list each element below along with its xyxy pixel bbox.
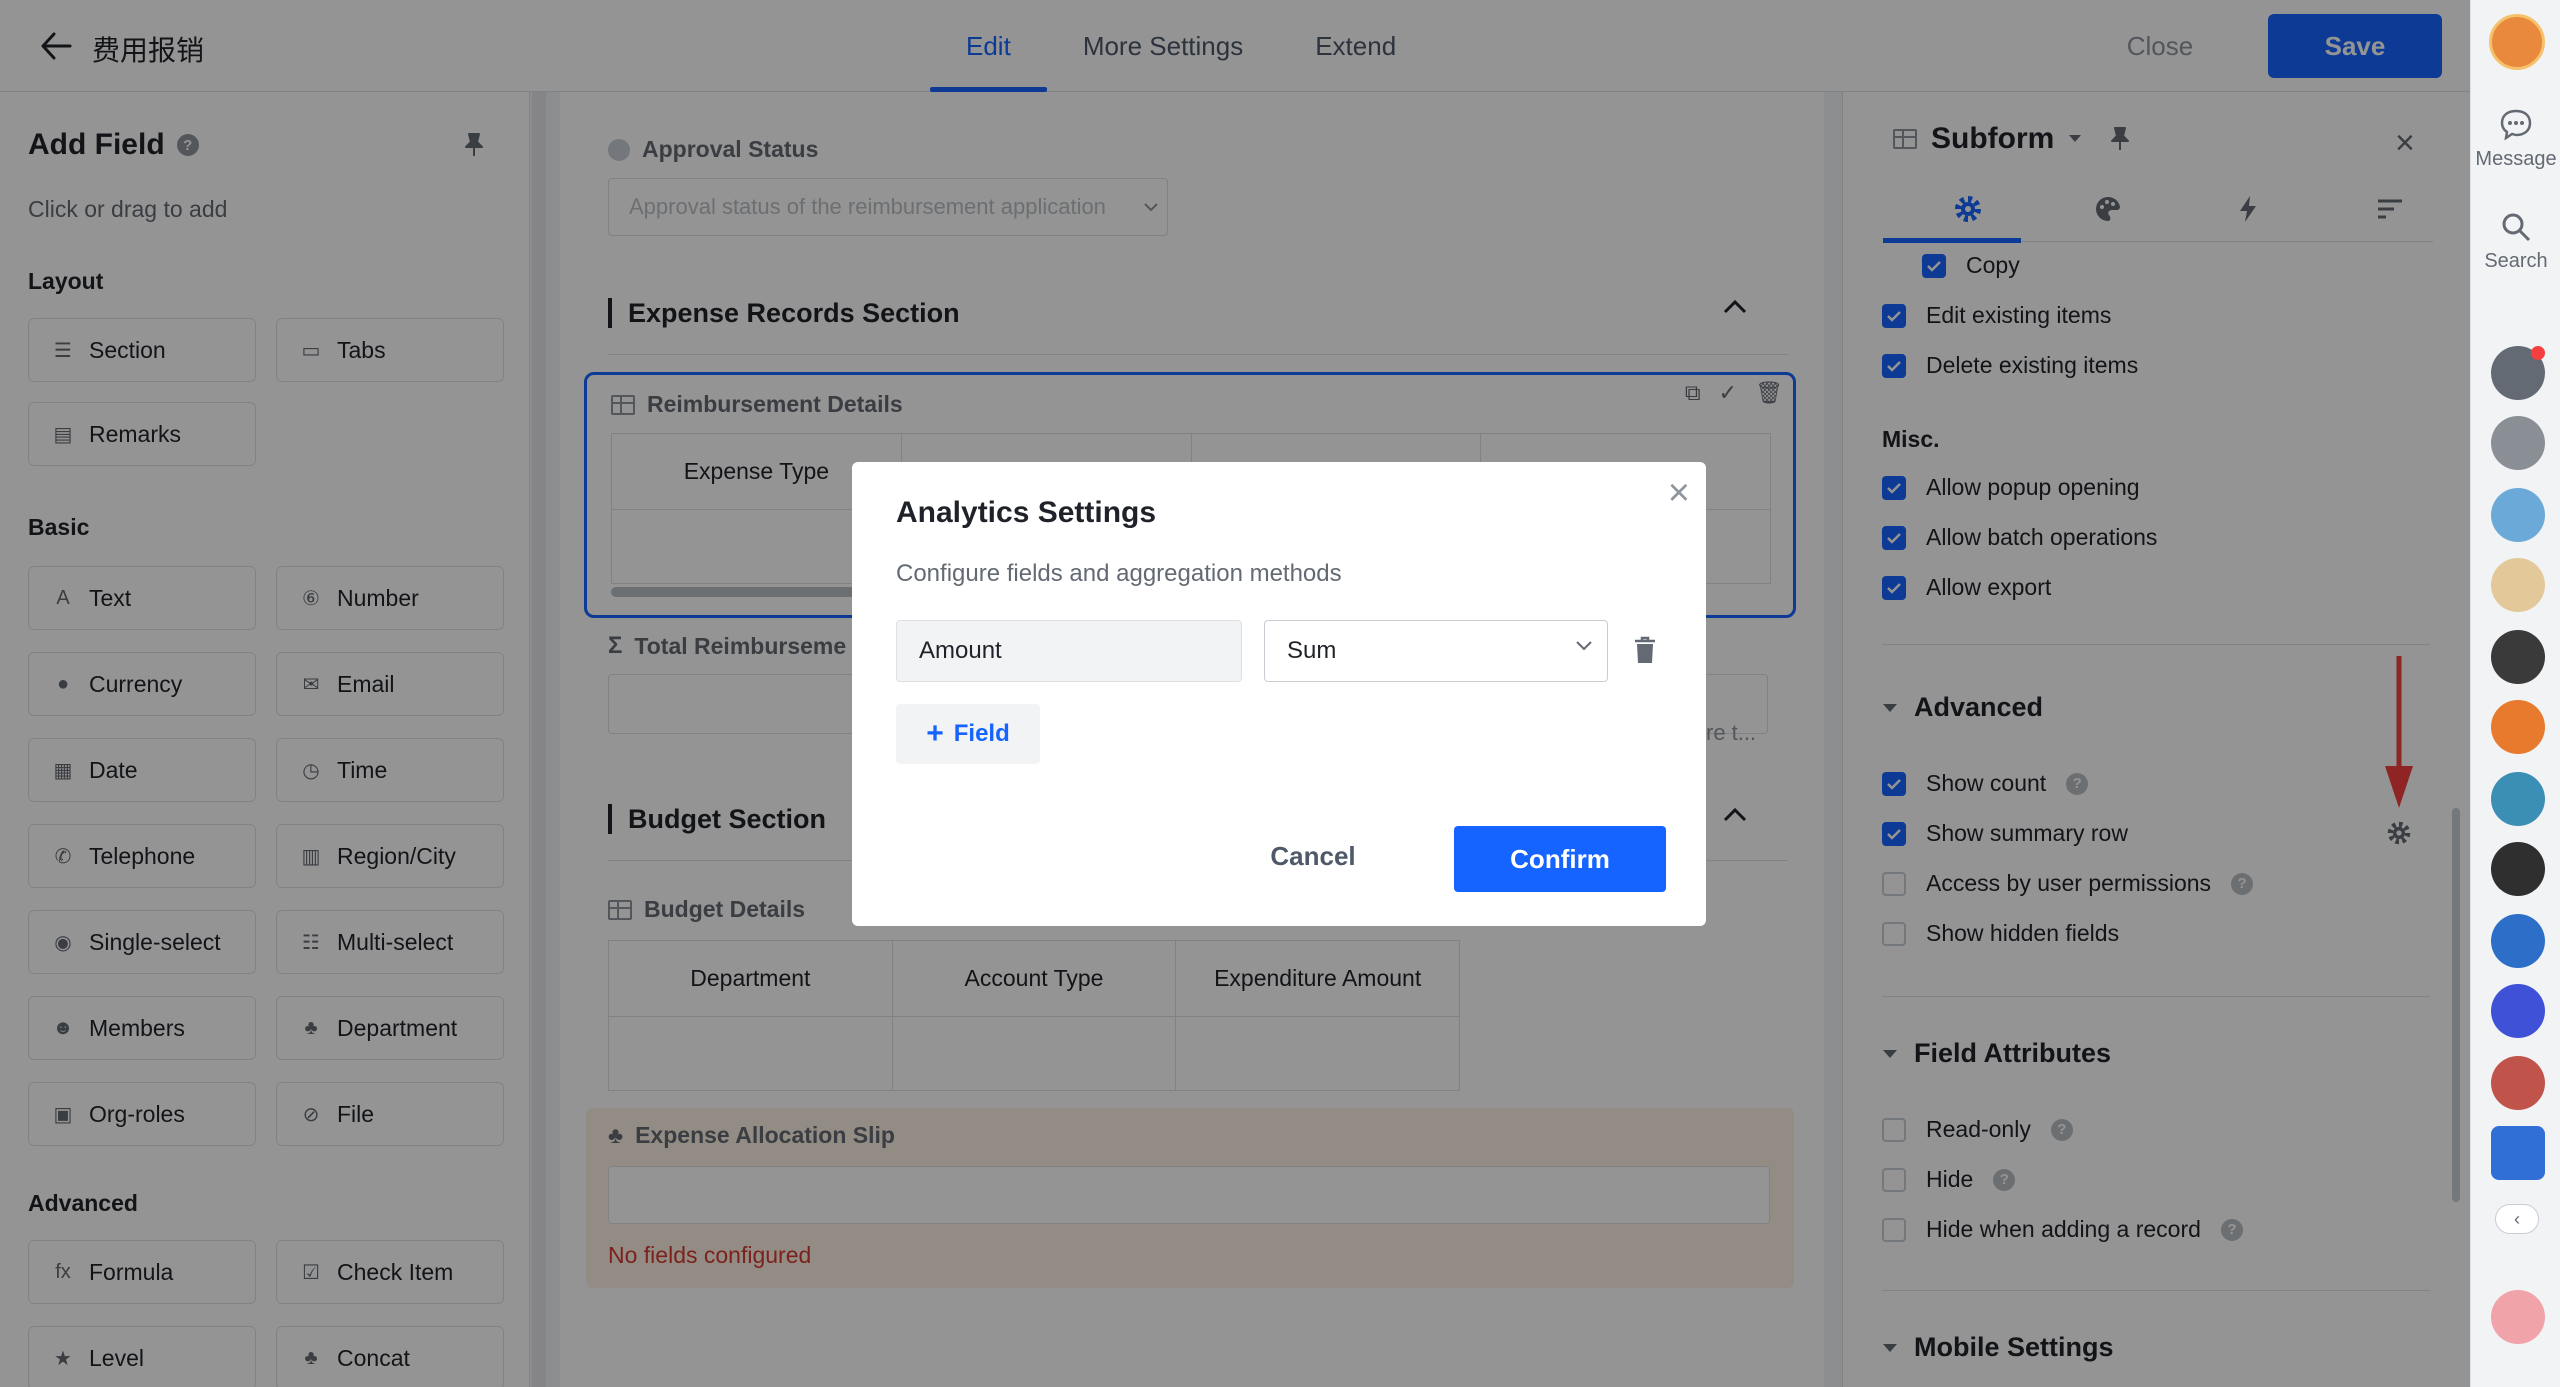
notification-badge [2531,346,2545,360]
notification-app-icon[interactable] [2491,346,2545,400]
flamingo-app-icon[interactable] [2491,1290,2545,1344]
confirm-button[interactable]: Confirm [1454,826,1666,892]
user-avatar[interactable] [2489,14,2545,70]
sidebar-message-label: Message [2475,148,2557,170]
lightning-app-icon[interactable] [2491,984,2545,1038]
cancel-button[interactable]: Cancel [1238,826,1388,886]
aggregation-value: Sum [1287,637,1337,664]
search-icon [2502,213,2531,242]
rocket-app-icon[interactable] [2491,630,2545,684]
cat-app-icon[interactable] [2491,842,2545,896]
sidebar-message[interactable]: Message [2471,108,2560,171]
add-field-label: Field [953,720,1010,747]
aggregation-select[interactable]: Sum [1264,620,1608,682]
add-field-button[interactable]: + Field [896,704,1040,764]
face-app-icon[interactable] [2491,1056,2545,1110]
hands-app-icon[interactable] [2491,772,2545,826]
chevron-down-icon [1576,641,1592,651]
trash-icon[interactable] [1634,636,1656,669]
sidebar-search[interactable]: Search [2471,212,2560,273]
apple-app-icon[interactable] [2491,416,2545,470]
close-icon[interactable]: × [1668,472,1690,515]
collapse-sidebar-chevron-icon[interactable]: ‹ [2495,1204,2539,1234]
modal-title: Analytics Settings [896,496,1157,529]
field-name-input[interactable] [896,620,1242,682]
cube-app-icon[interactable] [2491,1126,2545,1180]
app-sidebar: Message Search ‹ [2470,0,2560,1387]
sidebar-search-label: Search [2484,250,2548,272]
analytics-settings-modal: Analytics Settings × Configure fields an… [852,462,1706,926]
cookie-app-icon[interactable] [2491,558,2545,612]
chat-bubble-icon [2500,109,2532,140]
modal-description: Configure fields and aggregation methods [896,560,1342,587]
earth-app-icon[interactable] [2491,914,2545,968]
character-app-icon[interactable] [2491,488,2545,542]
plus-icon: + [926,717,944,750]
group-app-icon[interactable] [2491,700,2545,754]
